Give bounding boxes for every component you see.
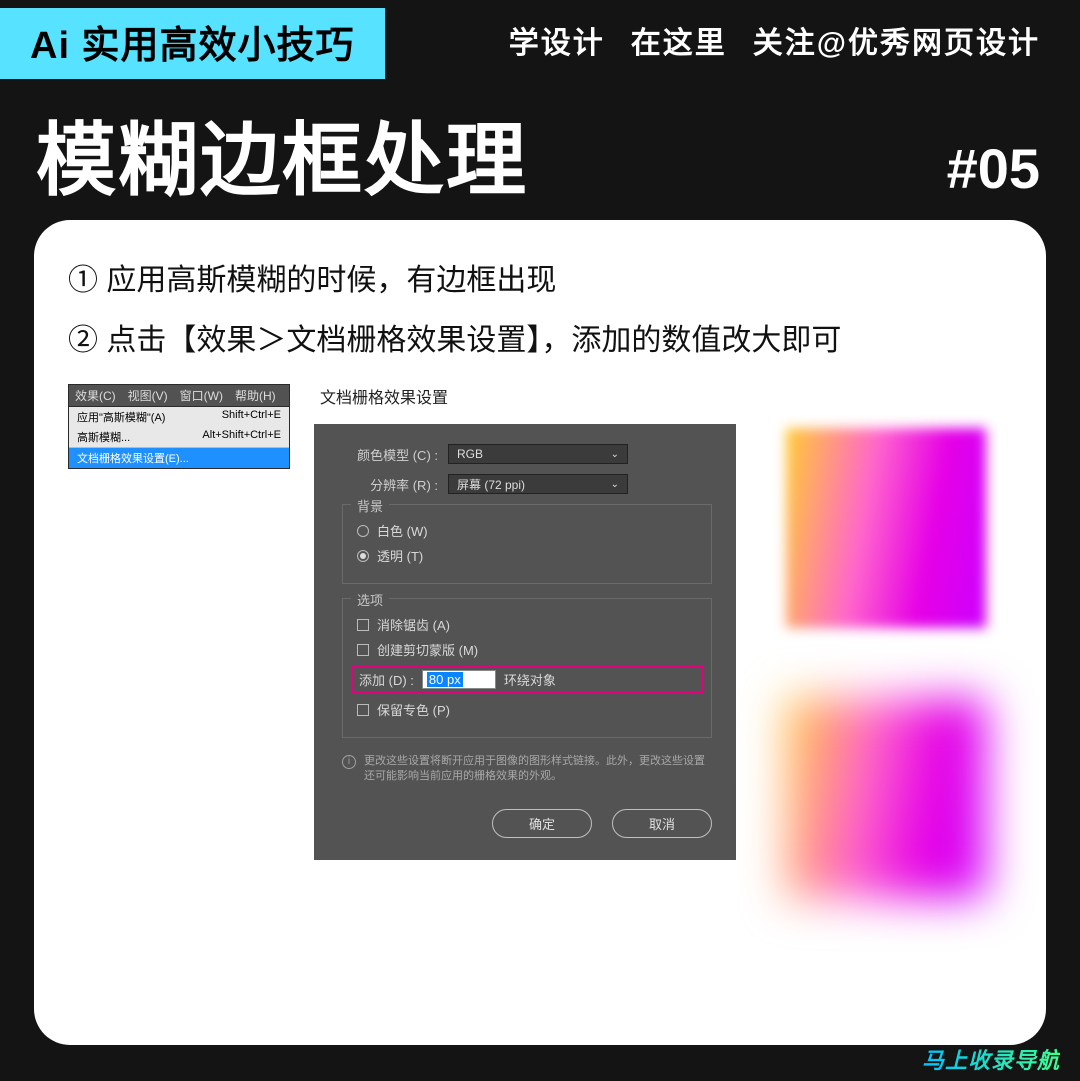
- ok-button[interactable]: 确定: [492, 809, 592, 838]
- chevron-down-icon: ⌄: [611, 449, 619, 460]
- checkbox-icon: [357, 704, 369, 716]
- preview-swatches: [760, 384, 1012, 898]
- page-title: 模糊边框处理: [36, 96, 528, 212]
- menu-item-apply-blur[interactable]: 应用"高斯模糊"(A) Shift+Ctrl+E: [69, 407, 289, 427]
- background-legend: 背景: [351, 496, 389, 515]
- checkbox-icon: [357, 644, 369, 656]
- menu-help[interactable]: 帮助(H): [229, 385, 282, 406]
- tip-number: #05: [947, 136, 1040, 201]
- dialog-title: 文档栅格效果设置: [320, 384, 736, 408]
- content-card: ① 应用高斯模糊的时候，有边框出现 ② 点击【效果＞文档栅格效果设置】，添加的数…: [34, 220, 1046, 1045]
- slogan-3: 关注@优秀网页设计: [753, 18, 1040, 62]
- clip-mask-checkbox[interactable]: 创建剪切蒙版 (M): [357, 640, 697, 659]
- slogan-1: 学设计: [509, 18, 605, 62]
- add-padding-input[interactable]: 80 px: [422, 670, 496, 689]
- header-slogans: 学设计 在这里 关注@优秀网页设计: [509, 18, 1040, 62]
- swatch-after: [786, 698, 986, 898]
- menu-snippet: 效果(C) 视图(V) 窗口(W) 帮助(H) 应用"高斯模糊"(A) Shif…: [68, 384, 290, 469]
- background-group: 背景 白色 (W) 透明 (T): [342, 504, 712, 584]
- color-model-select[interactable]: RGB ⌄: [448, 444, 628, 464]
- menu-window[interactable]: 窗口(W): [174, 385, 229, 406]
- resolution-label: 分辨率 (R) :: [342, 475, 438, 494]
- menu-item-raster-settings[interactable]: 文档栅格效果设置(E)...: [69, 448, 289, 468]
- bg-white-radio[interactable]: 白色 (W): [357, 521, 697, 540]
- options-group: 选项 消除锯齿 (A) 创建剪切蒙版 (M) 添加 (D) : 80 px: [342, 598, 712, 738]
- swatch-before: [786, 428, 986, 628]
- radio-icon: [357, 550, 369, 562]
- add-suffix: 环绕对象: [504, 670, 556, 689]
- watermark: 马上收录导航: [922, 1043, 1060, 1075]
- menu-effect[interactable]: 效果(C): [69, 385, 122, 406]
- slogan-2: 在这里: [631, 18, 727, 62]
- info-note: i 更改这些设置将断开应用于图像的图形样式链接。此外，更改这些设置还可能影响当前…: [342, 754, 712, 785]
- antialias-checkbox[interactable]: 消除锯齿 (A): [357, 615, 697, 634]
- cancel-button[interactable]: 取消: [612, 809, 712, 838]
- add-label: 添加 (D) :: [359, 670, 414, 689]
- color-model-label: 颜色模型 (C) :: [342, 445, 438, 464]
- options-legend: 选项: [351, 590, 389, 609]
- info-icon: i: [342, 755, 356, 769]
- header-banner: Ai 实用高效小技巧: [0, 8, 385, 79]
- checkbox-icon: [357, 619, 369, 631]
- bg-transparent-radio[interactable]: 透明 (T): [357, 546, 697, 565]
- step-1: ① 应用高斯模糊的时候，有边框出现: [68, 260, 1012, 302]
- preserve-spot-checkbox[interactable]: 保留专色 (P): [357, 700, 697, 719]
- raster-effects-dialog: 颜色模型 (C) : RGB ⌄ 分辨率 (R) : 屏幕 (72 ppi) ⌄…: [314, 424, 736, 860]
- menu-item-gaussian-blur[interactable]: 高斯模糊... Alt+Shift+Ctrl+E: [69, 427, 289, 447]
- resolution-select[interactable]: 屏幕 (72 ppi) ⌄: [448, 474, 628, 494]
- menu-bar: 效果(C) 视图(V) 窗口(W) 帮助(H): [69, 385, 289, 407]
- menu-view[interactable]: 视图(V): [122, 385, 174, 406]
- radio-icon: [357, 525, 369, 537]
- step-2: ② 点击【效果＞文档栅格效果设置】，添加的数值改大即可: [68, 320, 1012, 362]
- chevron-down-icon: ⌄: [611, 479, 619, 490]
- add-padding-row: 添加 (D) : 80 px 环绕对象: [351, 665, 703, 694]
